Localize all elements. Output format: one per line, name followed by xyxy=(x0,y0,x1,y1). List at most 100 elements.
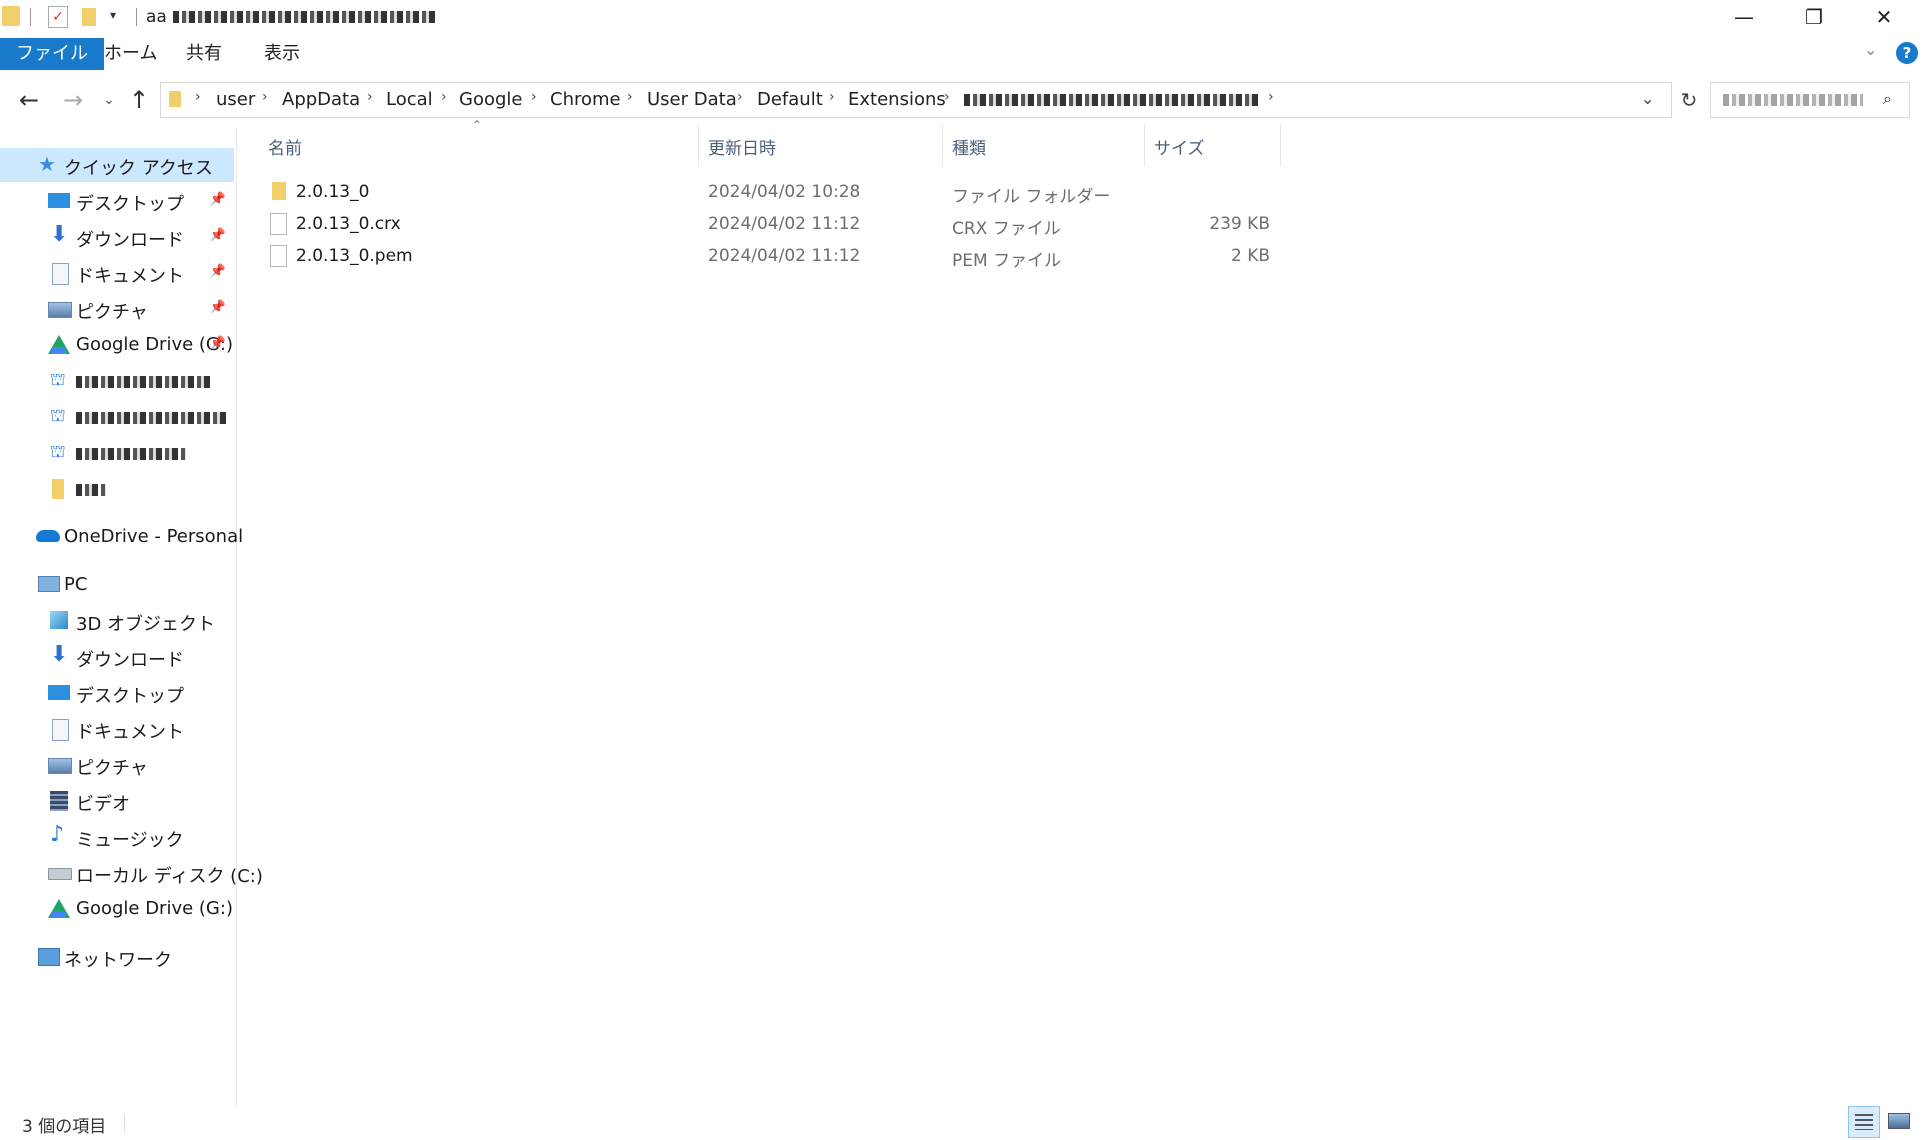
pc-icon xyxy=(38,576,60,592)
forward-button[interactable]: → xyxy=(58,84,88,116)
sidebar-item-pc[interactable]: PC xyxy=(0,568,234,602)
file-modified: 2024/04/02 10:28 xyxy=(708,182,861,202)
crumb-chevron[interactable]: › xyxy=(1268,89,1274,105)
sidebar-item-pc-documents[interactable]: ドキュメント xyxy=(0,712,234,746)
crumb-local[interactable]: Local xyxy=(386,89,433,110)
address-root-chevron[interactable]: › xyxy=(195,89,201,105)
tab-home[interactable]: ホーム xyxy=(88,38,173,70)
sidebar-item-local-disk[interactable]: ローカル ディスク (C:) xyxy=(0,856,263,890)
pin-icon[interactable]: 📌 xyxy=(210,300,226,315)
pin-icon[interactable]: 📌 xyxy=(210,336,226,351)
sidebar-item-network[interactable]: ネットワーク xyxy=(0,940,234,974)
file-row[interactable]: 2.0.13_0.crx 2024/04/02 11:12 CRX ファイル 2… xyxy=(262,208,1282,240)
qat-dropdown-icon[interactable]: ▾ xyxy=(110,8,116,22)
column-header-modified[interactable]: 更新日時 xyxy=(708,134,776,159)
crumb-appdata[interactable]: AppData xyxy=(282,89,360,110)
ribbon-expand-icon[interactable]: ⌄ xyxy=(1864,40,1877,59)
minimize-button[interactable]: — xyxy=(1710,0,1778,34)
column-divider[interactable] xyxy=(1280,124,1281,166)
sidebar-item-label: ビデオ xyxy=(76,794,130,815)
qat-separator xyxy=(30,8,31,26)
title-bar: ✓ ▾ aa — ❐ ✕ xyxy=(0,0,1922,34)
sidebar-item-pc-desktop[interactable]: デスクトップ xyxy=(0,676,234,710)
sidebar-item-pictures[interactable]: ピクチャ 📌 xyxy=(0,292,234,326)
pin-icon[interactable]: 📌 xyxy=(210,264,226,279)
sidebar-item-pc-google-drive[interactable]: Google Drive (G:) xyxy=(0,892,234,926)
crumb-chevron[interactable]: › xyxy=(531,89,537,105)
sidebar-item-videos[interactable]: ビデオ xyxy=(0,784,234,818)
sidebar-item-pc-pictures[interactable]: ピクチャ xyxy=(0,748,234,782)
desktop-icon xyxy=(48,685,70,700)
sidebar-item-shared-01[interactable]: ⛫ xyxy=(0,364,234,398)
crumb-chevron[interactable]: › xyxy=(367,89,373,105)
tab-view[interactable]: 表示 xyxy=(248,38,316,70)
address-dropdown-icon[interactable]: ⌄ xyxy=(1641,89,1654,108)
sidebar-item-documents[interactable]: ドキュメント 📌 xyxy=(0,256,234,290)
sidebar-item-3d-objects[interactable]: 3D オブジェクト xyxy=(0,604,234,638)
search-box[interactable]: ⌕ xyxy=(1710,82,1910,118)
sidebar-item-label: Google Drive (G:) xyxy=(76,898,233,919)
sidebar-item-label-redacted xyxy=(76,448,186,460)
up-button[interactable]: ↑ xyxy=(124,84,154,116)
search-icon[interactable]: ⌕ xyxy=(1883,89,1892,109)
sidebar-item-desktop[interactable]: デスクトップ 📌 xyxy=(0,184,234,218)
recent-locations-button[interactable]: ⌄ xyxy=(94,84,124,116)
shared-folder-icon: ⛫ xyxy=(50,370,66,390)
crumb-chevron[interactable]: › xyxy=(441,89,447,105)
crumb-extensions[interactable]: Extensions xyxy=(848,89,946,110)
column-divider[interactable] xyxy=(698,124,699,166)
sidebar-item-shared-02[interactable]: ⛫ xyxy=(0,400,234,434)
column-header-type[interactable]: 種類 xyxy=(952,134,986,159)
properties-checkbox-icon[interactable]: ✓ xyxy=(48,6,68,28)
sidebar-item-google-drive[interactable]: Google Drive (G:) 📌 xyxy=(0,328,234,362)
help-icon[interactable]: ? xyxy=(1896,42,1918,64)
crumb-chevron[interactable]: › xyxy=(627,89,633,105)
shared-folder-icon: ⛫ xyxy=(50,442,66,462)
file-row[interactable]: 2.0.13_0.pem 2024/04/02 11:12 PEM ファイル 2… xyxy=(262,240,1282,272)
music-icon: ♪ xyxy=(50,822,65,847)
details-view-button[interactable] xyxy=(1848,1106,1880,1138)
crumb-default[interactable]: Default xyxy=(757,89,823,110)
sidebar-item-quick-access[interactable]: ★ クイック アクセス xyxy=(0,148,234,182)
sidebar-item-pc-downloads[interactable]: ⬇ ダウンロード xyxy=(0,640,234,674)
sidebar-item-label: ピクチャ xyxy=(76,302,148,323)
column-header-name[interactable]: 名前 xyxy=(268,134,302,159)
pin-icon[interactable]: 📌 xyxy=(210,192,226,207)
column-divider[interactable] xyxy=(1144,124,1145,166)
navigation-pane: ★ クイック アクセス デスクトップ 📌 ⬇ ダウンロード 📌 ドキュメント 📌… xyxy=(0,128,263,1108)
new-folder-icon[interactable] xyxy=(82,8,96,26)
crumb-chevron[interactable]: › xyxy=(737,89,743,105)
crumb-chrome[interactable]: Chrome xyxy=(550,89,621,110)
sidebar-item-label: ローカル ディスク (C:) xyxy=(76,866,263,887)
file-type: PEM ファイル xyxy=(952,251,1062,271)
crumb-chevron[interactable]: › xyxy=(944,89,950,105)
crumb-google[interactable]: Google xyxy=(459,89,522,110)
address-bar[interactable]: › user › AppData › Local › Google › Chro… xyxy=(160,82,1672,118)
column-divider[interactable] xyxy=(942,124,943,166)
crumb-chevron[interactable]: › xyxy=(262,89,268,105)
restore-button[interactable]: ❐ xyxy=(1780,0,1848,34)
sidebar-item-label: デスクトップ xyxy=(76,686,184,707)
sidebar-item-onedrive[interactable]: OneDrive - Personal xyxy=(0,520,243,554)
sidebar-item-shared-03[interactable]: ⛫ xyxy=(0,436,234,470)
crumb-chevron[interactable]: › xyxy=(829,89,835,105)
large-icons-view-button[interactable] xyxy=(1884,1106,1914,1136)
sidebar-item-music[interactable]: ♪ ミュージック xyxy=(0,820,234,854)
tab-share[interactable]: 共有 xyxy=(170,38,238,70)
crumb-extension-id-redacted[interactable] xyxy=(964,94,1260,106)
close-button[interactable]: ✕ xyxy=(1850,0,1918,34)
sidebar-item-folder[interactable] xyxy=(0,472,234,506)
sidebar-item-downloads[interactable]: ⬇ ダウンロード 📌 xyxy=(0,220,234,254)
sidebar-item-label: ダウンロード xyxy=(76,650,184,671)
file-modified: 2024/04/02 11:12 xyxy=(708,246,861,266)
file-row[interactable]: 2.0.13_0 2024/04/02 10:28 ファイル フォルダー xyxy=(262,176,1282,208)
star-icon: ★ xyxy=(38,152,56,176)
column-header-size[interactable]: サイズ xyxy=(1154,134,1205,159)
shared-folder-icon: ⛫ xyxy=(50,406,66,426)
crumb-user-data[interactable]: User Data xyxy=(647,89,737,110)
back-button[interactable]: ← xyxy=(14,84,44,116)
pin-icon[interactable]: 📌 xyxy=(210,228,226,243)
crumb-user[interactable]: user xyxy=(216,89,255,110)
sidebar-item-label: ダウンロード xyxy=(76,230,184,251)
refresh-button[interactable]: ↻ xyxy=(1674,84,1704,116)
